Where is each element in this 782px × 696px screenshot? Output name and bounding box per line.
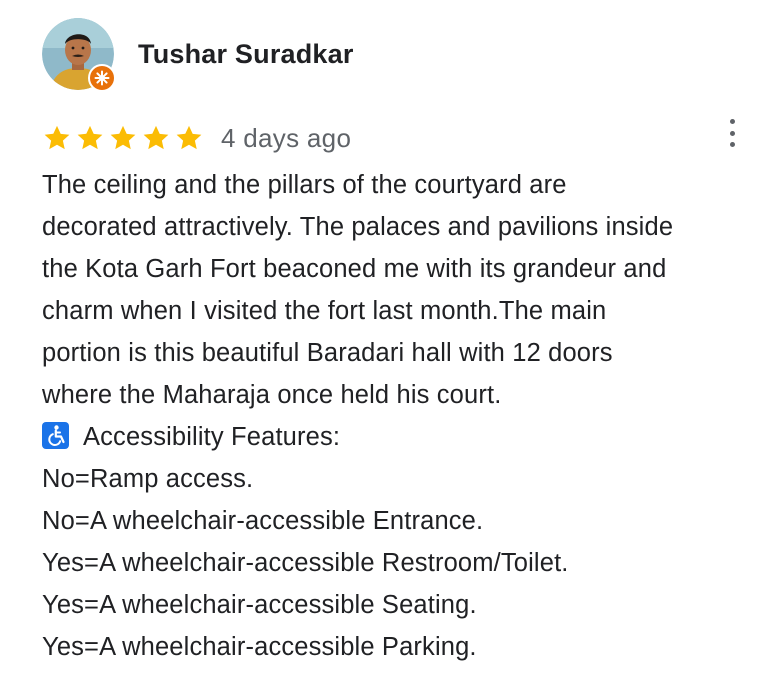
accessibility-heading: Accessibility Features: [83,423,341,451]
accessibility-item: Yes=A wheelchair-accessible Restroom/Toi… [42,549,569,577]
review-text: The ceiling and the pillars of the court… [42,164,772,668]
review-line: The ceiling and the pillars of the court… [42,171,567,199]
review-line: charm when I visited the fort last month… [42,297,607,325]
review-line: the Kota Garh Fort beaconed me with its … [42,255,667,283]
avatar[interactable] [42,18,116,92]
star-rating [42,123,204,153]
star-icon [77,125,103,150]
star-icon [44,125,70,150]
review-line: portion is this beautiful Baradari hall … [42,339,613,367]
review-line: where the Maharaja once held his court. [42,381,502,409]
review-card: Tushar Suradkar 4 days ago The ceiling a… [0,0,782,696]
accessibility-item: No=A wheelchair-accessible Entrance. [42,507,484,535]
star-icon [110,125,136,150]
review-time: 4 days ago [221,122,352,153]
more-vert-icon[interactable] [720,116,744,150]
star-icon [176,125,202,150]
accessibility-heading-row: Accessibility Features: [42,416,772,458]
wheelchair-icon [42,422,69,449]
star-icon [143,125,169,150]
accessibility-item: Yes=A wheelchair-accessible Parking. [42,633,477,661]
accessibility-item: No=Ramp access. [42,465,254,493]
accessibility-item: Yes=A wheelchair-accessible Seating. [42,591,477,619]
review-line: decorated attractively. The palaces and … [42,213,674,241]
author-name[interactable]: Tushar Suradkar [138,39,354,70]
local-guide-badge-icon [88,64,116,92]
rating-row: 4 days ago [42,118,351,158]
author-row[interactable]: Tushar Suradkar [42,18,354,92]
